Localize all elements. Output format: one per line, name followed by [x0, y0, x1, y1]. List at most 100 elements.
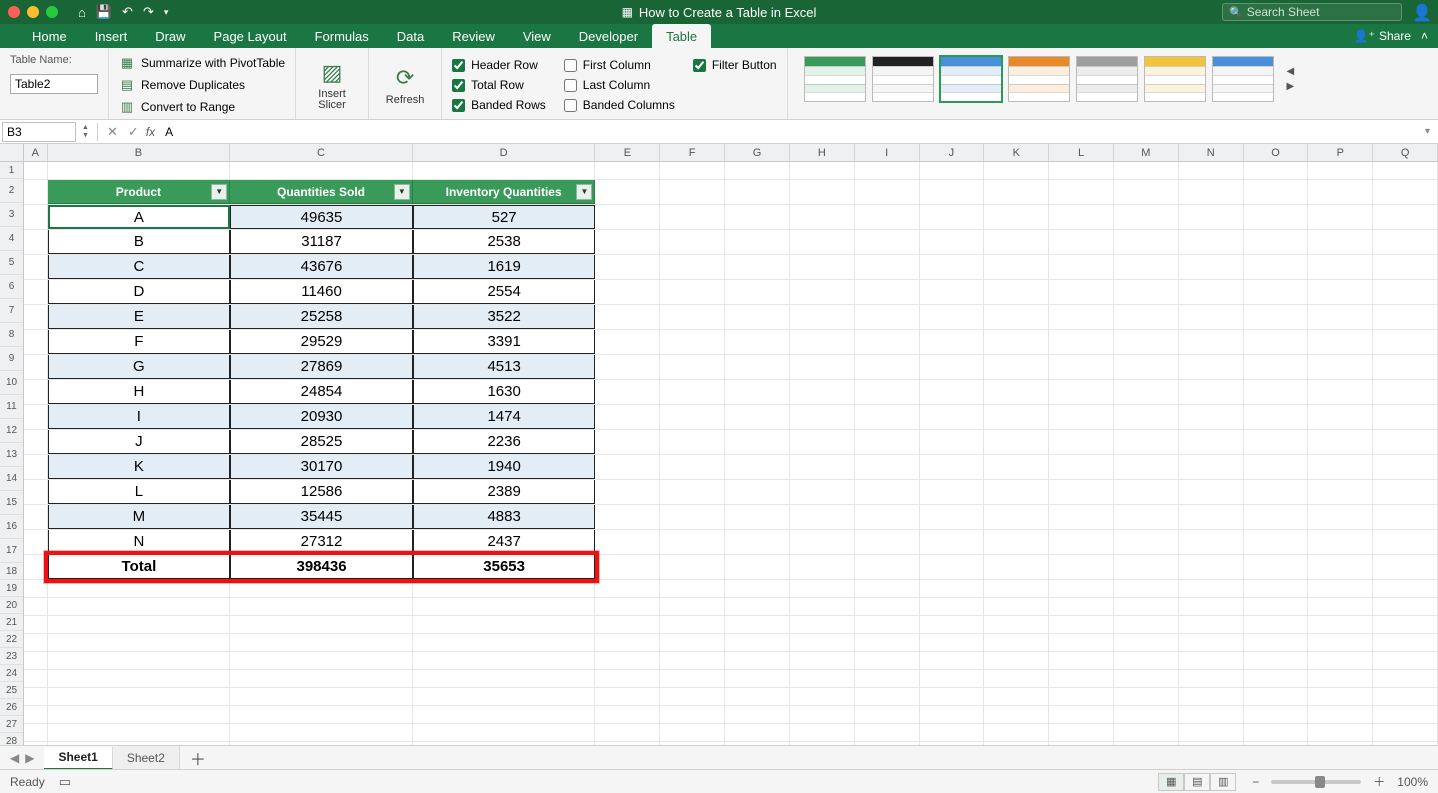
sheet-tab-1[interactable]: Sheet1 — [44, 747, 112, 770]
cell[interactable] — [660, 355, 725, 379]
cell[interactable] — [790, 706, 855, 723]
cell[interactable] — [1373, 670, 1438, 687]
cell[interactable] — [790, 355, 855, 379]
cell[interactable] — [230, 616, 413, 633]
cell[interactable] — [1308, 598, 1373, 615]
row-header[interactable]: 18 — [0, 563, 23, 580]
cell[interactable] — [1244, 205, 1309, 229]
cell[interactable] — [725, 706, 790, 723]
cell[interactable] — [413, 652, 596, 669]
cell[interactable] — [230, 580, 413, 597]
maximize-window-icon[interactable] — [46, 6, 58, 18]
cell[interactable] — [790, 480, 855, 504]
cell[interactable] — [1244, 330, 1309, 354]
cell[interactable] — [660, 430, 725, 454]
table-data-cell[interactable]: 2554 — [413, 280, 596, 304]
row-header[interactable]: 13 — [0, 443, 23, 467]
cell[interactable] — [1049, 530, 1114, 554]
select-all-corner[interactable] — [0, 144, 24, 162]
cell[interactable] — [1049, 405, 1114, 429]
cell[interactable] — [855, 480, 920, 504]
cell[interactable] — [24, 724, 48, 741]
cell[interactable] — [790, 162, 855, 179]
table-data-cell[interactable]: J — [48, 430, 231, 454]
row-header[interactable]: 7 — [0, 299, 23, 323]
cell[interactable] — [595, 305, 660, 329]
cell[interactable] — [24, 455, 48, 479]
cell[interactable] — [725, 455, 790, 479]
cell[interactable] — [984, 455, 1049, 479]
cell[interactable] — [1373, 652, 1438, 669]
cell[interactable] — [1308, 380, 1373, 404]
cell[interactable] — [1308, 688, 1373, 705]
cell[interactable] — [920, 205, 985, 229]
cell[interactable] — [595, 330, 660, 354]
cell[interactable] — [1308, 230, 1373, 254]
cell[interactable] — [1179, 162, 1244, 179]
cell[interactable] — [1373, 305, 1438, 329]
column-header[interactable]: N — [1179, 144, 1244, 161]
cell[interactable] — [595, 616, 660, 633]
cell[interactable] — [920, 555, 985, 579]
cell[interactable] — [725, 355, 790, 379]
cell[interactable] — [1114, 380, 1179, 404]
row-header[interactable]: 14 — [0, 467, 23, 491]
cell[interactable] — [1244, 652, 1309, 669]
cell[interactable] — [1114, 180, 1179, 204]
cell[interactable] — [1114, 670, 1179, 687]
cell[interactable] — [1308, 162, 1373, 179]
save-icon[interactable]: 💾 — [96, 4, 112, 20]
cell[interactable] — [660, 670, 725, 687]
cell[interactable] — [920, 162, 985, 179]
cell[interactable] — [1114, 280, 1179, 304]
cell[interactable] — [230, 670, 413, 687]
table-data-cell[interactable]: D — [48, 280, 231, 304]
cell[interactable] — [855, 230, 920, 254]
cell[interactable] — [1373, 455, 1438, 479]
cell[interactable] — [660, 652, 725, 669]
cell[interactable] — [1049, 505, 1114, 529]
cell[interactable] — [413, 162, 596, 179]
cell[interactable] — [1244, 555, 1309, 579]
cell[interactable] — [984, 305, 1049, 329]
expand-formula-bar-icon[interactable]: ▾ — [1419, 126, 1436, 137]
cell[interactable] — [595, 405, 660, 429]
table-data-cell[interactable]: 31187 — [230, 230, 413, 254]
cell[interactable] — [48, 634, 231, 651]
cell[interactable] — [725, 652, 790, 669]
cell[interactable] — [855, 255, 920, 279]
row-header[interactable]: 9 — [0, 347, 23, 371]
cell[interactable] — [230, 598, 413, 615]
view-page-layout-icon[interactable]: ▤ — [1184, 773, 1210, 791]
table-data-cell[interactable]: 1619 — [413, 255, 596, 279]
row-header[interactable]: 21 — [0, 614, 23, 631]
cell[interactable] — [984, 580, 1049, 597]
cancel-formula-icon[interactable]: ✕ — [102, 124, 123, 140]
cell[interactable] — [920, 724, 985, 741]
column-header[interactable]: A — [24, 144, 48, 161]
cell[interactable] — [984, 405, 1049, 429]
cell[interactable] — [413, 670, 596, 687]
cell[interactable] — [24, 230, 48, 254]
cell[interactable] — [1114, 162, 1179, 179]
row-header[interactable]: 6 — [0, 275, 23, 299]
cell[interactable] — [1373, 180, 1438, 204]
cell[interactable] — [855, 330, 920, 354]
cell[interactable] — [660, 480, 725, 504]
cell[interactable] — [1114, 580, 1179, 597]
cell[interactable] — [48, 616, 231, 633]
formula-input[interactable] — [161, 125, 1419, 139]
cell[interactable] — [725, 430, 790, 454]
cell[interactable] — [660, 280, 725, 304]
cell[interactable] — [920, 598, 985, 615]
worksheet-grid[interactable]: ABCDEFGHIJKLMNOPQ 1234567891011121314151… — [0, 144, 1438, 745]
table-style-yellow[interactable] — [1144, 56, 1206, 102]
cell[interactable] — [660, 634, 725, 651]
zoom-out-button[interactable]: − — [1248, 775, 1263, 789]
table-data-cell[interactable]: F — [48, 330, 231, 354]
cell[interactable] — [855, 652, 920, 669]
cell[interactable] — [725, 688, 790, 705]
table-data-cell[interactable]: B — [48, 230, 231, 254]
row-header[interactable]: 11 — [0, 395, 23, 419]
cell[interactable] — [413, 580, 596, 597]
